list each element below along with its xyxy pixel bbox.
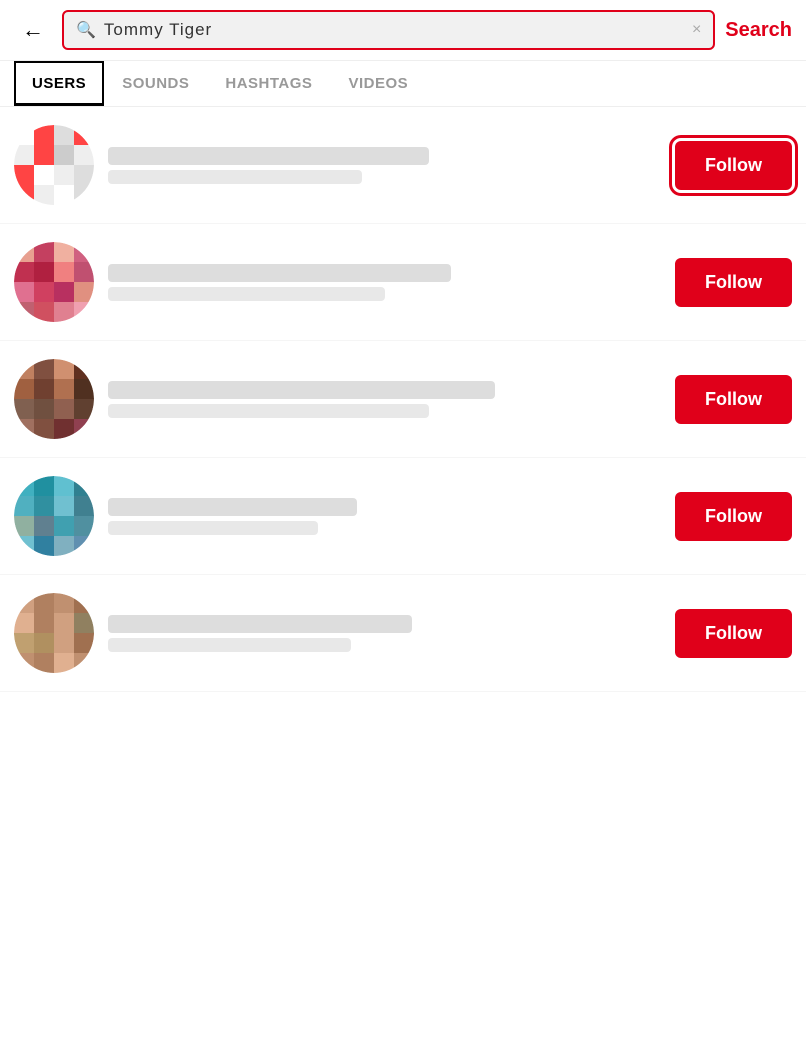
- tab-sounds[interactable]: SOUNDS: [104, 61, 207, 106]
- search-action-button[interactable]: Search: [725, 19, 792, 42]
- user-handle-placeholder-3: [108, 404, 429, 418]
- user-item-1: Follow: [0, 107, 806, 224]
- user-item-3: Follow: [0, 341, 806, 458]
- follow-button-2[interactable]: Follow: [675, 258, 792, 307]
- tabs-bar: USERS SOUNDS HASHTAGS VIDEOS: [0, 61, 806, 107]
- user-handle-placeholder-5: [108, 638, 351, 652]
- avatar-4: [14, 476, 94, 556]
- user-name-placeholder-5: [108, 615, 412, 633]
- avatar-1: [14, 125, 94, 205]
- user-name-placeholder-2: [108, 264, 451, 282]
- user-name-placeholder-4: [108, 498, 357, 516]
- search-box: 🔍 ×: [62, 10, 715, 50]
- search-icon: 🔍: [76, 20, 96, 40]
- avatar-5: [14, 593, 94, 673]
- user-name-placeholder-1: [108, 147, 429, 165]
- tab-videos[interactable]: VIDEOS: [330, 61, 426, 106]
- user-info-1: [108, 147, 661, 184]
- back-button[interactable]: ←: [14, 13, 52, 47]
- follow-button-3[interactable]: Follow: [675, 375, 792, 424]
- user-handle-placeholder-4: [108, 521, 318, 535]
- user-item-4: Follow: [0, 458, 806, 575]
- user-handle-placeholder-2: [108, 287, 385, 301]
- search-input[interactable]: [104, 20, 684, 40]
- user-list: Follow Follow Follow Follow Follow: [0, 107, 806, 692]
- follow-button-1[interactable]: Follow: [675, 141, 792, 190]
- follow-button-4[interactable]: Follow: [675, 492, 792, 541]
- user-info-3: [108, 381, 661, 418]
- follow-button-5[interactable]: Follow: [675, 609, 792, 658]
- avatar-2: [14, 242, 94, 322]
- user-info-2: [108, 264, 661, 301]
- avatar-3: [14, 359, 94, 439]
- user-info-4: [108, 498, 661, 535]
- user-handle-placeholder-1: [108, 170, 362, 184]
- user-item-5: Follow: [0, 575, 806, 692]
- clear-button[interactable]: ×: [692, 21, 701, 39]
- tab-hashtags[interactable]: HASHTAGS: [207, 61, 330, 106]
- user-info-5: [108, 615, 661, 652]
- user-name-placeholder-3: [108, 381, 495, 399]
- header: ← 🔍 × Search: [0, 0, 806, 61]
- user-item-2: Follow: [0, 224, 806, 341]
- tab-users[interactable]: USERS: [14, 61, 104, 106]
